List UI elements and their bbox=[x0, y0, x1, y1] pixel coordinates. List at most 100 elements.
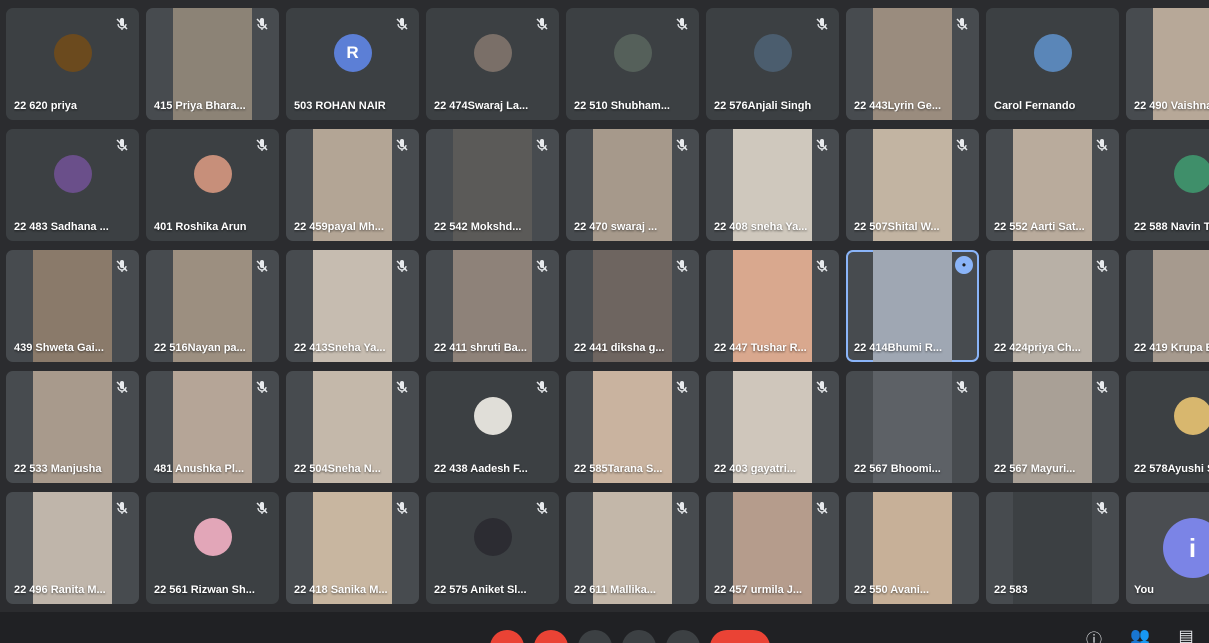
participant-name: 22 459payal Mh... bbox=[294, 221, 384, 233]
participant-tile[interactable]: 22 496 Ranita M... bbox=[6, 492, 139, 604]
participant-tile[interactable]: 22 516Nayan pa... bbox=[146, 250, 279, 362]
mic-off-icon bbox=[254, 258, 270, 274]
participant-tile[interactable]: 22 441 diksha g... bbox=[566, 250, 699, 362]
participant-tile[interactable]: 439 Shweta Gai... bbox=[6, 250, 139, 362]
mic-off-icon bbox=[954, 379, 970, 395]
mic-off-icon bbox=[814, 137, 830, 153]
end-call-button[interactable] bbox=[710, 630, 770, 643]
mic-off-icon bbox=[254, 137, 270, 153]
participant-tile[interactable]: 22 411 shruti Ba... bbox=[426, 250, 559, 362]
participant-tile[interactable]: 22 552 Aarti Sat... bbox=[986, 129, 1119, 241]
participant-name: 22 438 Aadesh F... bbox=[434, 463, 528, 475]
avatar: i bbox=[1162, 518, 1209, 578]
people-button[interactable]: 👥 bbox=[1129, 626, 1151, 643]
participant-tile[interactable]: 22 585Tarana S... bbox=[566, 371, 699, 483]
participant-tile[interactable]: 22 567 Bhoomi... bbox=[846, 371, 979, 483]
participant-tile[interactable]: 22 583 bbox=[986, 492, 1119, 604]
participant-tile[interactable]: 22 550 Avani... bbox=[846, 492, 979, 604]
participant-tile[interactable]: i You bbox=[1126, 492, 1209, 604]
mic-off-icon bbox=[674, 379, 690, 395]
participant-tile[interactable]: 22 561 Rizwan Sh... bbox=[146, 492, 279, 604]
participant-tile[interactable]: 22 418 Sanika M... bbox=[286, 492, 419, 604]
camera-off-button[interactable] bbox=[534, 630, 568, 643]
chat-button[interactable]: ▤ bbox=[1175, 626, 1197, 643]
participant-tile[interactable]: 22 533 Manjusha bbox=[6, 371, 139, 483]
participant-name: 22 588 Navin Th... bbox=[1134, 221, 1209, 233]
captions-button[interactable] bbox=[578, 630, 612, 643]
participant-tile[interactable]: 22 542 Mokshd... bbox=[426, 129, 559, 241]
participant-name: 22 403 gayatri... bbox=[714, 463, 796, 475]
participant-tile[interactable]: 22 490 Vaishna... bbox=[1126, 8, 1209, 120]
mic-off-icon bbox=[674, 500, 690, 516]
mic-off-icon bbox=[674, 137, 690, 153]
people-icon: 👥 bbox=[1130, 628, 1150, 643]
meeting-controls-bar: ⓘ 👥 ▤ bbox=[0, 612, 1209, 643]
mic-off-icon bbox=[534, 500, 550, 516]
participant-tile[interactable]: R 503 ROHAN NAIR bbox=[286, 8, 419, 120]
participant-tile[interactable]: 22 403 gayatri... bbox=[706, 371, 839, 483]
participant-name: 22 457 urmila J... bbox=[714, 584, 803, 596]
participant-name: 22 561 Rizwan Sh... bbox=[154, 584, 255, 596]
participant-tile[interactable]: 481 Anushka Pl... bbox=[146, 371, 279, 483]
participant-name: 401 Roshika Arun bbox=[154, 221, 247, 233]
participant-tile[interactable]: 415 Priya Bhara... bbox=[146, 8, 279, 120]
present-button[interactable] bbox=[622, 630, 656, 643]
participant-tile[interactable]: 22 408 sneha Ya... bbox=[706, 129, 839, 241]
participant-tile[interactable]: 22 419 Krupa B... bbox=[1126, 250, 1209, 362]
participant-name: 22 507Shital W... bbox=[854, 221, 940, 233]
participant-tile[interactable]: Carol Fernando bbox=[986, 8, 1119, 120]
participant-tile[interactable]: 401 Roshika Arun bbox=[146, 129, 279, 241]
participant-name: 22 418 Sanika M... bbox=[294, 584, 388, 596]
participant-name: 22 620 priya bbox=[14, 100, 77, 112]
mic-off-icon bbox=[254, 379, 270, 395]
participant-tile[interactable]: 22 504Sneha N... bbox=[286, 371, 419, 483]
participant-tile[interactable]: 22 470 swaraj ... bbox=[566, 129, 699, 241]
participant-name: 22 510 Shubham... bbox=[574, 100, 670, 112]
participant-tile[interactable]: 22 483 Sadhana ... bbox=[6, 129, 139, 241]
participant-tile[interactable]: 22 588 Navin Th... bbox=[1126, 129, 1209, 241]
mic-off-icon bbox=[114, 16, 130, 32]
mic-off-icon bbox=[814, 258, 830, 274]
participant-tile[interactable]: 22 510 Shubham... bbox=[566, 8, 699, 120]
mic-off-icon bbox=[1094, 500, 1110, 516]
participant-tile[interactable]: 22 620 priya bbox=[6, 8, 139, 120]
participant-grid: 22 620 priya 415 Priya Bhara... R 503 ROHAN… bbox=[6, 8, 1209, 608]
participant-tile[interactable]: 22 611 Mallika... bbox=[566, 492, 699, 604]
participant-name: 22 567 Bhoomi... bbox=[854, 463, 941, 475]
mic-off-icon bbox=[114, 258, 130, 274]
participant-tile[interactable]: 22 457 urmila J... bbox=[706, 492, 839, 604]
participant-name: 22 550 Avani... bbox=[854, 584, 930, 596]
mic-off-button[interactable] bbox=[490, 630, 524, 643]
participant-tile[interactable]: 22 507Shital W... bbox=[846, 129, 979, 241]
participant-name: 481 Anushka Pl... bbox=[154, 463, 245, 475]
participant-name: 22 408 sneha Ya... bbox=[714, 221, 808, 233]
more-options-button[interactable] bbox=[666, 630, 700, 643]
info-icon: ⓘ bbox=[1085, 632, 1102, 643]
participant-tile[interactable]: 22 575 Aniket Sl... bbox=[426, 492, 559, 604]
participant-tile[interactable]: 22 424priya Ch... bbox=[986, 250, 1119, 362]
mic-off-icon bbox=[814, 379, 830, 395]
meet-window: 22 620 priya 415 Priya Bhara... R 503 ROHAN… bbox=[0, 0, 1209, 643]
participant-tile[interactable]: 22 459payal Mh... bbox=[286, 129, 419, 241]
participant-name: 22 583 bbox=[994, 584, 1028, 596]
participant-name: 22 611 Mallika... bbox=[574, 584, 656, 596]
participant-tile[interactable]: 22 576Anjali Singh bbox=[706, 8, 839, 120]
participant-tile[interactable]: 22 578Ayushi Si... bbox=[1126, 371, 1209, 483]
participant-name: 22 490 Vaishna... bbox=[1134, 100, 1209, 112]
avatar bbox=[473, 33, 512, 72]
participant-name: 22 516Nayan pa... bbox=[154, 342, 246, 354]
participant-tile[interactable]: 22 443Lyrin Ge... bbox=[846, 8, 979, 120]
participant-name: 415 Priya Bhara... bbox=[154, 100, 246, 112]
avatar bbox=[53, 154, 92, 193]
participant-tile[interactable]: 22 474Swaraj La... bbox=[426, 8, 559, 120]
meeting-info-button[interactable]: ⓘ bbox=[1083, 626, 1105, 643]
participant-tile[interactable]: 22 413Sneha Ya... bbox=[286, 250, 419, 362]
participant-name: 22 552 Aarti Sat... bbox=[994, 221, 1085, 233]
participant-tile[interactable]: • 22 414Bhumi R... bbox=[846, 250, 979, 362]
participant-tile[interactable]: 22 567 Mayuri... bbox=[986, 371, 1119, 483]
participant-name: 22 567 Mayuri... bbox=[994, 463, 1076, 475]
participant-tile[interactable]: 22 438 Aadesh F... bbox=[426, 371, 559, 483]
participant-tile[interactable]: 22 447 Tushar R... bbox=[706, 250, 839, 362]
participant-name: 22 533 Manjusha bbox=[14, 463, 102, 475]
mic-off-icon bbox=[254, 16, 270, 32]
